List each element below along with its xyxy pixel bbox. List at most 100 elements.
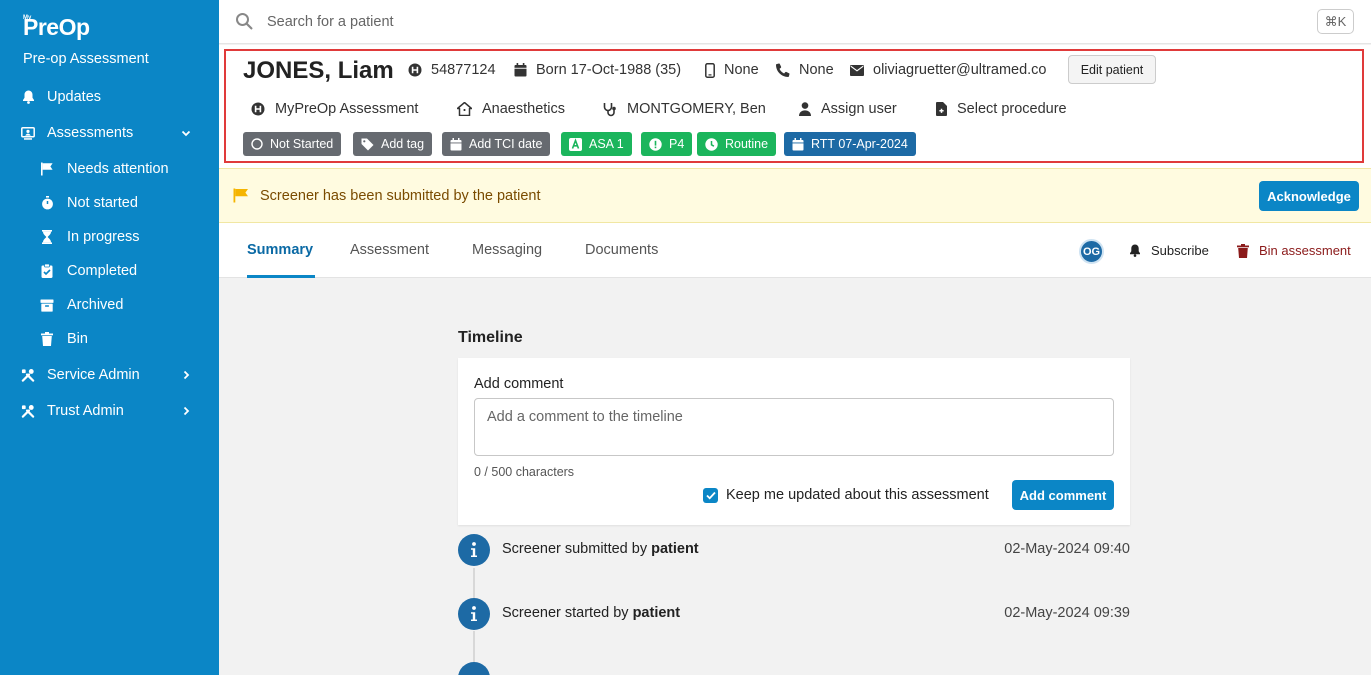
keep-updated-label[interactable]: Keep me updated about this assessment <box>726 487 989 503</box>
search-input[interactable] <box>267 10 867 34</box>
hospital-icon <box>408 63 422 77</box>
patient-name: JONES, Liam <box>243 57 394 84</box>
letter-a-icon <box>569 137 582 151</box>
calendar-icon <box>792 137 804 150</box>
tools-icon <box>21 368 35 382</box>
add-comment-label: Add comment <box>474 376 564 392</box>
bin-assessment-button[interactable]: Bin assessment <box>1237 243 1351 258</box>
tab-summary[interactable]: Summary <box>247 242 313 258</box>
user-icon <box>799 102 811 116</box>
check-icon <box>705 491 716 500</box>
bell-icon <box>21 90 35 104</box>
status-tag-not-started[interactable]: Not Started <box>243 132 342 156</box>
assessment-type[interactable]: MyPreOp Assessment <box>251 101 418 117</box>
sidebar-item-label: Needs attention <box>67 161 169 177</box>
info-icon <box>458 662 490 675</box>
asa-tag[interactable]: ASA 1 <box>561 132 632 156</box>
sidebar-item-label: Trust Admin <box>47 403 124 419</box>
sidebar-item-needs-attention[interactable]: Needs attention <box>0 152 219 186</box>
sidebar-item-label: Archived <box>67 297 124 313</box>
sidebar-item-label: Updates <box>47 89 102 105</box>
subscribe-button[interactable]: Subscribe <box>1129 243 1209 258</box>
add-comment-card: Add comment 0 / 500 characters Keep me u… <box>458 358 1130 525</box>
sidebar-item-bin[interactable]: Bin <box>0 322 219 356</box>
tab-messaging[interactable]: Messaging <box>472 242 542 258</box>
exclamation-circle-icon <box>649 137 662 151</box>
clipboard-check-icon <box>40 264 54 278</box>
phone-number: None <box>776 62 834 78</box>
clinician[interactable]: MONTGOMERY, Ben <box>603 101 766 117</box>
timeline-event-date: 02-May-2024 09:39 <box>1004 605 1130 621</box>
circle-outline-icon <box>251 138 263 150</box>
mobile-number: None <box>705 62 759 78</box>
routine-tag[interactable]: Routine <box>697 132 777 156</box>
calendar-icon <box>450 137 462 150</box>
flag-icon <box>40 162 54 176</box>
monitor-user-icon <box>21 126 35 140</box>
trash-icon <box>40 332 54 346</box>
info-icon <box>458 534 490 566</box>
add-comment-button[interactable]: Add comment <box>1012 480 1114 510</box>
assign-user-link[interactable]: Assign user <box>799 101 897 117</box>
acknowledge-button[interactable]: Acknowledge <box>1259 181 1359 211</box>
add-tag-button[interactable]: Add tag <box>353 132 433 156</box>
chevron-down-icon[interactable] <box>180 127 192 139</box>
sidebar-item-label: Service Admin <box>47 367 140 383</box>
hospital-icon <box>251 102 265 116</box>
timeline-event-text: Screener submitted by patient <box>502 541 699 557</box>
add-tci-date-button[interactable]: Add TCI date <box>442 132 551 156</box>
rtt-date-tag[interactable]: RTT 07-Apr-2024 <box>784 132 916 156</box>
character-count: 0 / 500 characters <box>474 465 575 479</box>
file-medical-icon <box>936 102 947 116</box>
tab-assessment[interactable]: Assessment <box>350 242 429 258</box>
banner-message: Screener has been submitted by the patie… <box>260 188 541 204</box>
info-icon <box>458 598 490 630</box>
patient-search-bar: ⌘K <box>219 0 1371 44</box>
assessment-tabs: Summary Assessment Messaging Documents O… <box>219 223 1371 278</box>
sidebar-item-label: Completed <box>67 263 138 279</box>
app-logo[interactable]: PreOp <box>23 14 90 41</box>
timeline-event-date: 02-May-2024 09:40 <box>1004 541 1130 557</box>
sidebar: My PreOp Pre-op Assessment Updates Asses… <box>0 0 219 675</box>
priority-tag[interactable]: P4 <box>641 132 693 156</box>
hospital-number: 54877124 <box>408 62 496 78</box>
sidebar-item-label: Not started <box>67 195 138 211</box>
sidebar-item-label: Bin <box>67 331 88 347</box>
mobile-phone-icon <box>705 62 715 78</box>
sidebar-item-label: In progress <box>67 229 140 245</box>
keep-updated-checkbox[interactable] <box>703 488 718 503</box>
edit-patient-button[interactable]: Edit patient <box>1068 55 1156 84</box>
flag-icon <box>233 188 248 203</box>
tab-documents[interactable]: Documents <box>585 242 658 258</box>
timeline-event-text: Screener started by patient <box>502 605 681 621</box>
select-procedure-link[interactable]: Select procedure <box>936 101 1067 117</box>
app-name: Pre-op Assessment <box>23 51 149 67</box>
tools-icon <box>21 404 35 418</box>
avatar[interactable]: OG <box>1079 239 1104 264</box>
house-medical-icon <box>457 102 472 116</box>
chevron-right-icon[interactable] <box>180 369 192 381</box>
calendar-icon <box>514 63 527 77</box>
sidebar-item-not-started[interactable]: Not started <box>0 186 219 220</box>
comment-textarea[interactable] <box>474 398 1114 456</box>
hourglass-icon <box>40 230 54 244</box>
timeline-event: Screener submitted by patient 02-May-202… <box>458 534 1130 566</box>
search-shortcut-badge: ⌘K <box>1317 9 1354 34</box>
sidebar-item-archived[interactable]: Archived <box>0 288 219 322</box>
timeline-event-actor: patient <box>651 541 699 557</box>
department[interactable]: Anaesthetics <box>457 101 565 117</box>
archive-box-icon <box>40 298 54 312</box>
screener-submitted-banner: Screener has been submitted by the patie… <box>219 168 1371 223</box>
tag-icon <box>361 138 374 150</box>
sidebar-item-updates[interactable]: Updates <box>0 80 219 114</box>
sidebar-item-service-admin[interactable]: Service Admin <box>0 358 219 392</box>
sidebar-item-label: Assessments <box>47 125 134 141</box>
sidebar-item-completed[interactable]: Completed <box>0 254 219 288</box>
sidebar-item-assessments[interactable]: Assessments <box>0 116 219 150</box>
bell-icon <box>1130 244 1140 257</box>
sidebar-item-in-progress[interactable]: In progress <box>0 220 219 254</box>
sidebar-item-trust-admin[interactable]: Trust Admin <box>0 394 219 428</box>
chevron-right-icon[interactable] <box>180 405 192 417</box>
envelope-icon <box>850 64 864 76</box>
timeline-title: Timeline <box>458 329 523 346</box>
